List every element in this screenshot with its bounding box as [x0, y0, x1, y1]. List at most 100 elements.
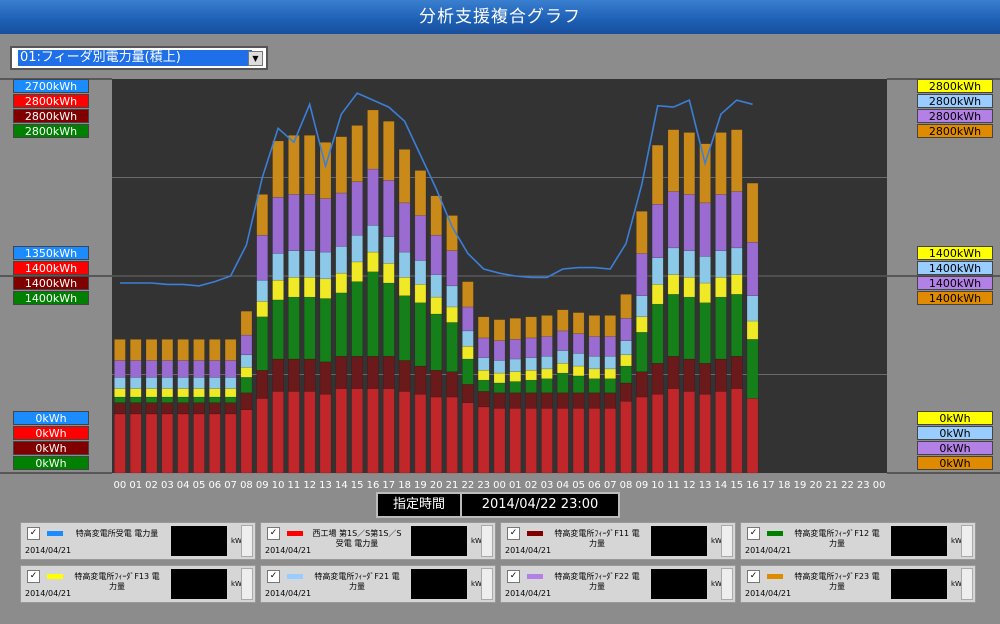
bar-30-series-4 — [588, 355, 601, 370]
bar-37-series-5 — [699, 202, 711, 257]
series-checkbox[interactable]: ✓ — [27, 527, 40, 540]
bar-19-series-4 — [414, 260, 427, 285]
series-scrollbar[interactable] — [481, 568, 493, 600]
bar-3-series-5 — [161, 360, 174, 378]
series-name: 特高変電所ﾌｨｰﾀﾞF23 電力量 — [794, 572, 880, 591]
bar-12-series-5 — [303, 194, 316, 251]
bar-9-series-4 — [256, 279, 269, 302]
bar-32-series-6 — [620, 294, 632, 319]
bar-32-series-0 — [620, 400, 632, 474]
x-tick-label-29: 05 — [572, 480, 585, 491]
bar-8-series-6 — [240, 310, 253, 336]
series-color-swatch — [47, 531, 63, 536]
bar-4-series-5 — [177, 360, 189, 378]
bar-33-series-2 — [636, 332, 648, 372]
series-date: 2014/04/21 — [25, 589, 72, 598]
bar-6-series-1 — [209, 402, 221, 415]
x-tick-label-44: 20 — [809, 480, 822, 491]
series-panel-1: ✓ 2014/04/21 西工場 第1S／S第1S／S受電 電力量 kWh — [260, 522, 496, 560]
right-axis-label-top-0: 2800kWh — [917, 79, 993, 93]
bar-34-series-6 — [651, 144, 664, 205]
x-tick-label-41: 17 — [762, 480, 775, 491]
bar-19-series-3 — [414, 284, 427, 303]
series-checkbox[interactable]: ✓ — [27, 570, 40, 583]
bar-29-series-5 — [572, 333, 585, 354]
x-tick-label-42: 18 — [778, 480, 791, 491]
bar-7-series-4 — [224, 377, 237, 389]
x-tick-label-32: 08 — [620, 480, 633, 491]
series-checkbox[interactable]: ✓ — [747, 527, 760, 540]
series-scrollbar[interactable] — [481, 525, 493, 557]
bar-12-series-1 — [303, 358, 316, 392]
bar-21-series-0 — [446, 396, 458, 474]
x-tick-label-27: 03 — [541, 480, 554, 491]
series-scrollbar[interactable] — [721, 525, 733, 557]
series-scrollbar[interactable] — [241, 568, 253, 600]
bar-36-series-0 — [683, 391, 696, 474]
series-name: 特高変電所ﾌｨｰﾀﾞF21 電力量 — [314, 572, 400, 591]
series-checkbox[interactable]: ✓ — [507, 570, 520, 583]
bar-34-series-0 — [651, 393, 664, 474]
series-checkbox[interactable]: ✓ — [267, 570, 280, 583]
bar-15-series-6 — [351, 125, 363, 182]
x-tick-label-17: 17 — [382, 480, 395, 491]
x-tick-label-39: 15 — [730, 480, 743, 491]
series-scrollbar[interactable] — [961, 525, 973, 557]
bar-1-series-6 — [129, 339, 142, 361]
bar-31-series-5 — [604, 336, 617, 357]
bar-27-series-4 — [541, 355, 553, 370]
x-tick-label-7: 07 — [224, 480, 237, 491]
bar-31-series-2 — [604, 378, 617, 394]
bar-40-series-3 — [746, 320, 759, 340]
bar-18-series-2 — [398, 295, 411, 361]
series-value-display — [411, 569, 467, 599]
bar-30-series-1 — [588, 392, 601, 409]
series-panel-7: ✓ 2014/04/21 特高変電所ﾌｨｰﾀﾞF23 電力量 kWh — [740, 565, 976, 603]
left-axis-label-top-0: 2700kWh — [13, 79, 89, 93]
series-checkbox[interactable]: ✓ — [267, 527, 280, 540]
series-date: 2014/04/21 — [265, 589, 312, 598]
series-scrollbar[interactable] — [961, 568, 973, 600]
bar-9-series-6 — [256, 194, 269, 236]
bar-20-series-1 — [430, 370, 443, 398]
bar-25-series-5 — [509, 339, 522, 360]
bar-29-series-1 — [572, 392, 585, 409]
x-tick-label-46: 22 — [841, 480, 854, 491]
bar-0-series-1 — [114, 402, 126, 415]
bar-27-series-6 — [541, 315, 553, 337]
series-color-swatch — [287, 574, 303, 579]
series-value-display — [651, 526, 707, 556]
series-panel-0: ✓ 2014/04/21 特高変電所受電 電力量 kWh — [20, 522, 256, 560]
x-tick-label-31: 07 — [604, 480, 617, 491]
series-panel-3: ✓ 2014/04/21 特高変電所ﾌｨｰﾀﾞF12 電力量 kWh — [740, 522, 976, 560]
bar-40-series-4 — [746, 295, 759, 322]
bar-13-series-5 — [319, 198, 332, 253]
series-name: 特高変電所受電 電力量 — [75, 529, 159, 538]
x-tick-label-26: 02 — [525, 480, 538, 491]
series-scrollbar[interactable] — [241, 525, 253, 557]
series-value-display — [171, 526, 227, 556]
bar-17-series-1 — [383, 355, 395, 389]
bar-24-series-1 — [493, 392, 506, 409]
bar-36-series-2 — [683, 296, 696, 360]
bar-1-series-0 — [129, 413, 142, 474]
bar-10-series-6 — [272, 140, 284, 198]
bar-14-series-1 — [335, 355, 348, 389]
series-panel-6: ✓ 2014/04/21 特高変電所ﾌｨｰﾀﾞF22 電力量 kWh — [500, 565, 736, 603]
series-checkbox[interactable]: ✓ — [747, 570, 760, 583]
bar-25-series-4 — [509, 358, 522, 372]
bar-12-series-6 — [303, 135, 316, 195]
bar-32-series-2 — [620, 365, 632, 384]
series-panel-2: ✓ 2014/04/21 特高変電所ﾌｨｰﾀﾞF11 電力量 kWh — [500, 522, 736, 560]
left-axis-label-top-3: 2800kWh — [13, 124, 89, 138]
bar-30-series-5 — [588, 336, 601, 357]
left-axis-label-bottom-2: 0kWh — [13, 441, 89, 455]
bar-4-series-3 — [177, 388, 189, 398]
series-scrollbar[interactable] — [721, 568, 733, 600]
bar-24-series-3 — [493, 372, 506, 384]
bar-32-series-3 — [620, 354, 632, 367]
bar-22-series-2 — [462, 358, 474, 385]
bar-11-series-5 — [288, 194, 300, 251]
series-checkbox[interactable]: ✓ — [507, 527, 520, 540]
bar-14-series-0 — [335, 388, 348, 474]
